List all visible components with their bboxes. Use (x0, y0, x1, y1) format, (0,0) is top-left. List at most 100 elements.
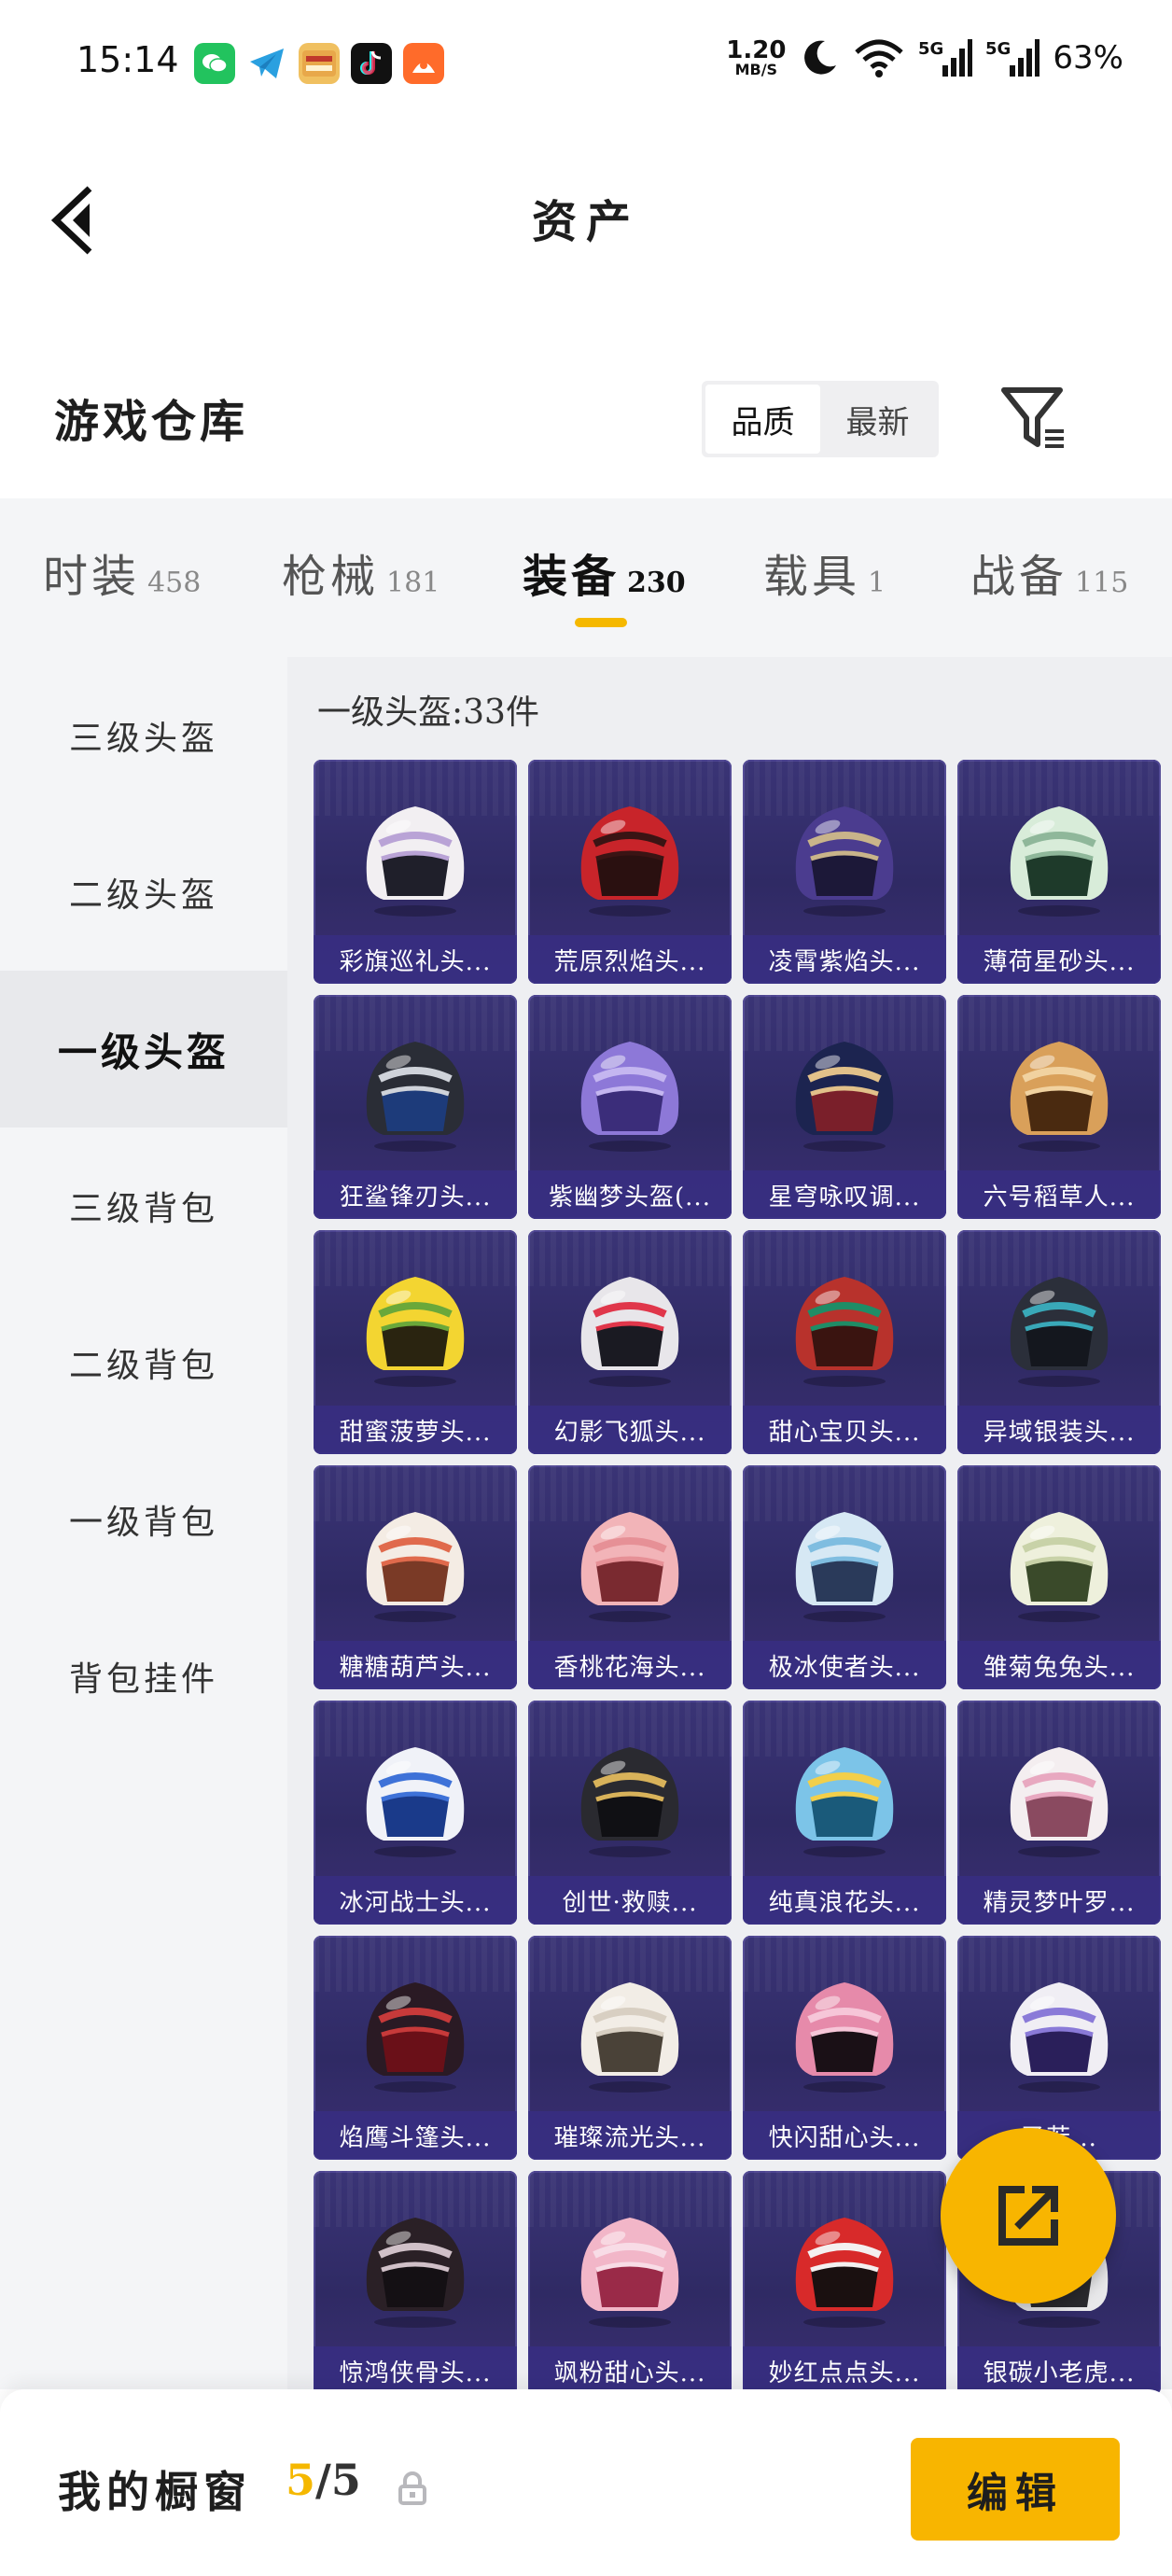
telegram-icon (246, 43, 287, 84)
helmet-icon (580, 806, 679, 917)
tab-label: 枪械 (282, 551, 380, 603)
notification-icons (194, 43, 444, 84)
item-name: 糖糖葫芦头... (314, 1641, 517, 1689)
helmet-icon (580, 1042, 679, 1152)
tab-equipment[interactable]: 装备 230 (523, 539, 686, 605)
filter-icon (1001, 387, 1064, 448)
item-card[interactable]: 糖糖葫芦头... (314, 1465, 517, 1689)
helmet-icon (795, 1277, 894, 1387)
item-name: 冰河战士头... (314, 1876, 517, 1925)
item-card[interactable]: 甜心宝贝头... (743, 1230, 946, 1454)
item-name: 香桃花海头... (528, 1641, 732, 1689)
helmet-icon (1010, 1747, 1109, 1857)
item-card[interactable]: 飒粉甜心头... (528, 2171, 732, 2395)
item-name: 飒粉甜心头... (528, 2346, 732, 2395)
tab-count: 1 (868, 567, 886, 599)
item-card[interactable]: 彩旗巡礼头... (314, 760, 517, 984)
item-name: 创世·救赎... (528, 1876, 732, 1925)
status-time: 15:14 (77, 39, 179, 80)
filter-button[interactable] (998, 383, 1069, 454)
tab-weapons[interactable]: 枪械 181 (282, 539, 440, 605)
sidebar-item-level2-backpack[interactable]: 二级背包 (0, 1284, 287, 1441)
tab-label: 战备 (970, 551, 1068, 603)
helmet-icon (366, 1982, 465, 2093)
sidebar-item-level2-helmet[interactable]: 二级头盔 (0, 814, 287, 971)
tab-supplies[interactable]: 战备 115 (970, 539, 1128, 605)
item-card[interactable]: 狂鲨锋刃头... (314, 995, 517, 1219)
item-card[interactable]: 异域银装头... (957, 1230, 1161, 1454)
item-card[interactable]: 璀璨流光头... (528, 1936, 732, 2160)
item-name: 甜心宝贝头... (743, 1406, 946, 1454)
item-card[interactable]: 快闪甜心头... (743, 1936, 946, 2160)
sort-option-quality[interactable]: 品质 (705, 385, 820, 454)
sidebar-item-level3-backpack[interactable]: 三级背包 (0, 1127, 287, 1284)
helmet-icon (795, 1512, 894, 1622)
tab-count: 458 (147, 567, 202, 599)
share-button[interactable] (941, 2128, 1116, 2303)
item-card[interactable]: 精灵梦叶罗... (957, 1701, 1161, 1925)
helmet-icon (366, 1277, 465, 1387)
game-icon (299, 43, 340, 84)
item-card[interactable]: 荒原烈焰头... (528, 760, 732, 984)
helmet-icon (1010, 1512, 1109, 1622)
item-name: 惊鸿侠骨头... (314, 2346, 517, 2395)
item-card[interactable]: 香桃花海头... (528, 1465, 732, 1689)
item-card[interactable]: 紫幽梦头盔(... (528, 995, 732, 1219)
helmet-icon (580, 1512, 679, 1622)
item-card[interactable]: 妙红点点头... (743, 2171, 946, 2395)
net-speed-value: 1.20 (726, 36, 787, 64)
helmet-icon (580, 1277, 679, 1387)
helmet-icon (795, 1982, 894, 2093)
helmet-icon (795, 1042, 894, 1152)
item-card[interactable]: 焰鹰斗篷头... (314, 1936, 517, 2160)
helmet-icon (1010, 1277, 1109, 1387)
sidebar-item-level3-helmet[interactable]: 三级头盔 (0, 657, 287, 814)
item-card[interactable]: 甜蜜菠萝头... (314, 1230, 517, 1454)
helmet-icon (795, 1747, 894, 1857)
tab-label: 装备 (523, 551, 621, 603)
item-card[interactable]: 极冰使者头... (743, 1465, 946, 1689)
item-card[interactable]: 星穹咏叹调... (743, 995, 946, 1219)
showcase-count-separator: / (315, 2455, 331, 2505)
item-card[interactable]: 六号稻草人... (957, 995, 1161, 1219)
svg-text:5G: 5G (918, 39, 943, 59)
sidebar-item-backpack-charm[interactable]: 背包挂件 (0, 1598, 287, 1755)
status-bar: 15:14 1.20 MB/S 5G 5G 63% (0, 0, 1172, 131)
item-card[interactable]: 幻影飞狐头... (528, 1230, 732, 1454)
item-card[interactable]: 纯真浪花头... (743, 1701, 946, 1925)
item-name: 雏菊兔兔头... (957, 1641, 1161, 1689)
showcase-count-max: 5 (330, 2455, 361, 2505)
wifi-icon (855, 39, 904, 77)
item-name: 凌霄紫焰头... (743, 935, 946, 984)
item-name: 银碳小老虎... (957, 2346, 1161, 2395)
item-card[interactable]: 圣若... (957, 1936, 1161, 2160)
sidebar-item-level1-helmet[interactable]: 一级头盔 (0, 971, 287, 1127)
edit-button[interactable]: 编辑 (911, 2438, 1120, 2541)
item-name: 狂鲨锋刃头... (314, 1170, 517, 1219)
helmet-icon (366, 2218, 465, 2328)
item-card[interactable]: 惊鸿侠骨头... (314, 2171, 517, 2395)
helmet-icon (366, 806, 465, 917)
item-card[interactable]: 雏菊兔兔头... (957, 1465, 1161, 1689)
item-name: 星穹咏叹调... (743, 1170, 946, 1219)
item-name: 精灵梦叶罗... (957, 1876, 1161, 1925)
item-name: 甜蜜菠萝头... (314, 1406, 517, 1454)
item-card[interactable]: 创世·救赎... (528, 1701, 732, 1925)
sidebar-item-level1-backpack[interactable]: 一级背包 (0, 1441, 287, 1598)
item-card[interactable]: 凌霄紫焰头... (743, 760, 946, 984)
share-icon (998, 2186, 1058, 2246)
helmet-icon (795, 2218, 894, 2328)
item-name: 荒原烈焰头... (528, 935, 732, 984)
item-card[interactable]: 冰河战士头... (314, 1701, 517, 1925)
tab-fashion[interactable]: 时装 458 (43, 539, 201, 605)
tab-vehicles[interactable]: 载具 1 (763, 539, 886, 605)
item-name: 快闪甜心头... (743, 2111, 946, 2160)
subcategory-sidebar: 三级头盔 二级头盔 一级头盔 三级背包 二级背包 一级背包 背包挂件 (0, 657, 287, 2389)
sort-option-newest[interactable]: 最新 (820, 385, 935, 454)
helmet-icon (1010, 1982, 1109, 2093)
showcase-count: 5/5 (286, 2455, 361, 2505)
sort-toggle: 品质 最新 (702, 381, 939, 457)
lock-icon (398, 2471, 426, 2505)
helmet-icon (366, 1512, 465, 1622)
item-card[interactable]: 薄荷星砂头... (957, 760, 1161, 984)
